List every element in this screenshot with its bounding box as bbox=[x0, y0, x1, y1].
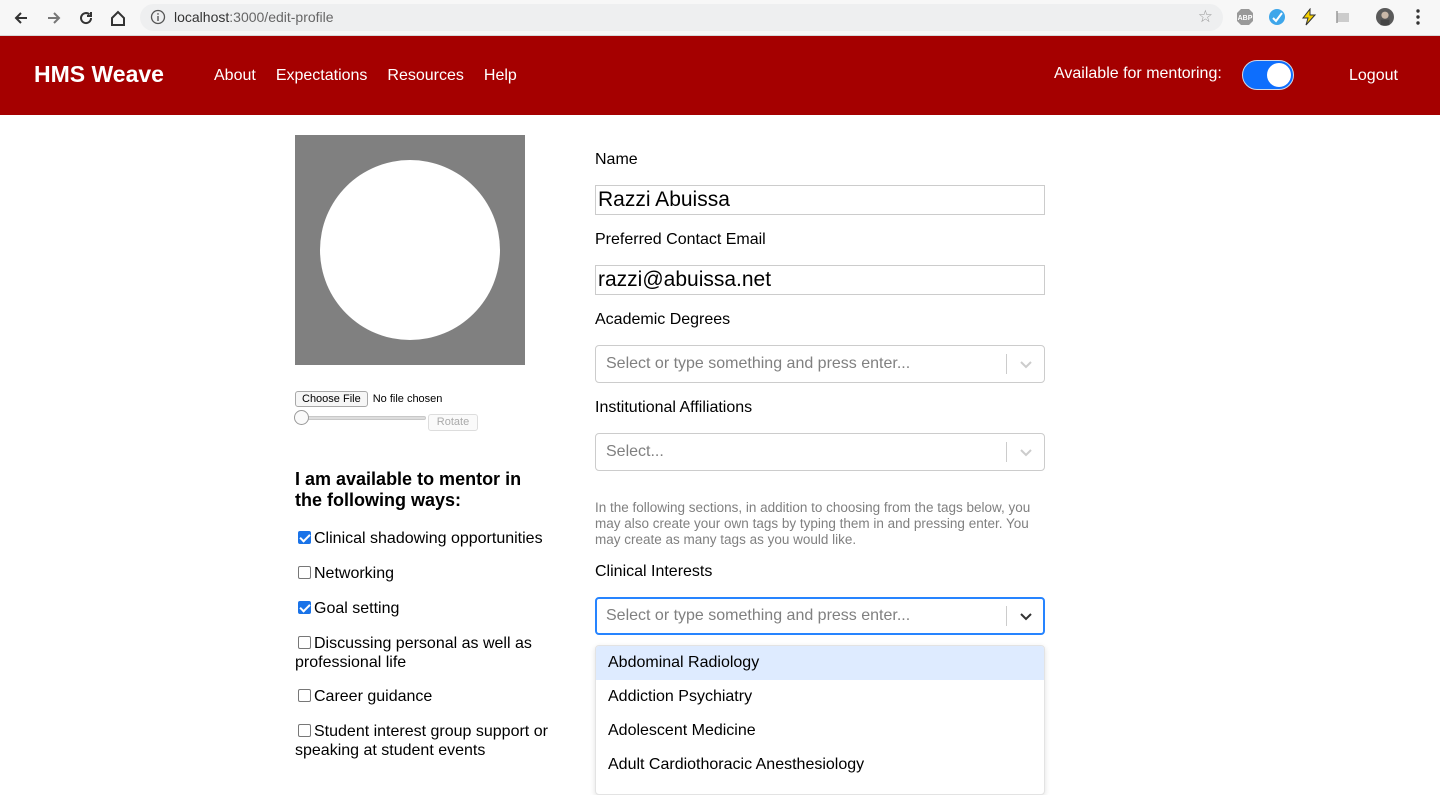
back-icon[interactable] bbox=[10, 7, 32, 29]
degrees-placeholder: Select or type something and press enter… bbox=[606, 355, 911, 372]
mentor-option[interactable]: Discussing personal as well as professio… bbox=[295, 634, 555, 672]
mentor-option[interactable]: Career guidance bbox=[295, 687, 555, 706]
mentor-option[interactable]: Goal setting bbox=[295, 599, 555, 618]
affiliations-select[interactable]: Select... bbox=[595, 433, 1045, 471]
email-label: Preferred Contact Email bbox=[595, 231, 766, 248]
indicator-separator bbox=[1006, 354, 1007, 374]
logout-link[interactable]: Logout bbox=[1349, 67, 1398, 85]
browser-toolbar: localhost:3000/edit-profile ☆ ABP bbox=[0, 0, 1440, 36]
chevron-down-icon[interactable] bbox=[1019, 609, 1033, 628]
mentor-option[interactable]: Clinical shadowing opportunities bbox=[295, 529, 555, 548]
profile-avatar-icon[interactable] bbox=[1376, 8, 1394, 26]
menu-option[interactable]: Addiction Psychiatry bbox=[596, 680, 1044, 714]
menu-option[interactable]: Adolescent Medicine bbox=[596, 714, 1044, 748]
lightning-extension-icon[interactable] bbox=[1300, 8, 1318, 26]
degrees-select[interactable]: Select or type something and press enter… bbox=[595, 345, 1045, 383]
indicator-separator bbox=[1006, 606, 1007, 626]
zoom-slider[interactable] bbox=[294, 410, 426, 425]
clinical-placeholder: Select or type something and press enter… bbox=[606, 607, 911, 624]
address-bar[interactable]: localhost:3000/edit-profile ☆ bbox=[140, 4, 1223, 31]
name-label: Name bbox=[595, 151, 638, 168]
clinical-interests-select[interactable]: Select or type something and press enter… bbox=[595, 597, 1045, 635]
bookmark-star-icon[interactable]: ☆ bbox=[1198, 7, 1213, 27]
url-text: localhost:3000/edit-profile bbox=[174, 9, 334, 25]
profile-photo bbox=[295, 135, 525, 365]
availability-toggle[interactable] bbox=[1242, 60, 1294, 90]
brand-logo[interactable]: HMS Weave bbox=[34, 61, 164, 88]
menu-kebab-icon[interactable] bbox=[1409, 8, 1427, 26]
nav-expectations[interactable]: Expectations bbox=[276, 67, 368, 85]
slider-thumb[interactable] bbox=[294, 410, 309, 425]
availability-label: Available for mentoring: bbox=[1054, 65, 1222, 82]
tags-helper-text: In the following sections, in addition t… bbox=[595, 500, 1031, 547]
indicator-separator bbox=[1006, 442, 1007, 462]
mentor-ways-heading: I am available to mentor in the followin… bbox=[295, 469, 522, 510]
home-icon[interactable] bbox=[107, 7, 129, 29]
checkbox[interactable] bbox=[298, 601, 311, 614]
mentor-option[interactable]: Student interest group support or speaki… bbox=[295, 722, 555, 760]
forward-icon[interactable] bbox=[43, 7, 65, 29]
file-status: No file chosen bbox=[372, 393, 443, 405]
clinical-interests-label: Clinical Interests bbox=[595, 563, 713, 580]
checkbox[interactable] bbox=[298, 566, 311, 579]
info-icon[interactable] bbox=[150, 9, 166, 30]
adblock-extension-icon[interactable]: ABP bbox=[1236, 8, 1254, 26]
chevron-down-icon[interactable] bbox=[1019, 445, 1033, 464]
main-nav: About Expectations Resources Help bbox=[214, 67, 517, 85]
reload-icon[interactable] bbox=[75, 7, 97, 29]
affiliations-placeholder: Select... bbox=[606, 443, 664, 460]
bird-extension-icon[interactable] bbox=[1268, 8, 1286, 26]
svg-text:ABP: ABP bbox=[1238, 15, 1253, 22]
menu-option[interactable]: Abdominal Radiology bbox=[596, 646, 1044, 680]
photo-crop-circle[interactable] bbox=[320, 160, 500, 340]
checkbox[interactable] bbox=[298, 724, 311, 737]
toggle-knob bbox=[1267, 63, 1291, 87]
email-input[interactable]: razzi@abuissa.net bbox=[595, 265, 1045, 295]
affiliations-label: Institutional Affiliations bbox=[595, 399, 753, 416]
nav-help[interactable]: Help bbox=[484, 67, 517, 85]
nav-about[interactable]: About bbox=[214, 67, 256, 85]
mentor-option[interactable]: Networking bbox=[295, 564, 555, 583]
app-header: HMS Weave About Expectations Resources H… bbox=[0, 36, 1440, 115]
menu-option[interactable]: Adult Cardiothoracic Anesthesiology bbox=[596, 748, 1044, 782]
nav-resources[interactable]: Resources bbox=[387, 67, 463, 85]
checkbox[interactable] bbox=[298, 636, 311, 649]
checkbox[interactable] bbox=[298, 689, 311, 702]
checkbox[interactable] bbox=[298, 531, 311, 544]
rotate-button[interactable]: Rotate bbox=[428, 414, 478, 431]
file-upload: Choose File No file chosen bbox=[295, 391, 442, 407]
degrees-label: Academic Degrees bbox=[595, 311, 731, 328]
choose-file-button[interactable]: Choose File bbox=[295, 391, 368, 407]
flag-extension-icon[interactable] bbox=[1334, 8, 1352, 26]
name-input[interactable]: Razzi Abuissa bbox=[595, 185, 1045, 215]
clinical-interests-menu: Abdominal Radiology Addiction Psychiatry… bbox=[595, 645, 1045, 795]
chevron-down-icon[interactable] bbox=[1019, 357, 1033, 376]
